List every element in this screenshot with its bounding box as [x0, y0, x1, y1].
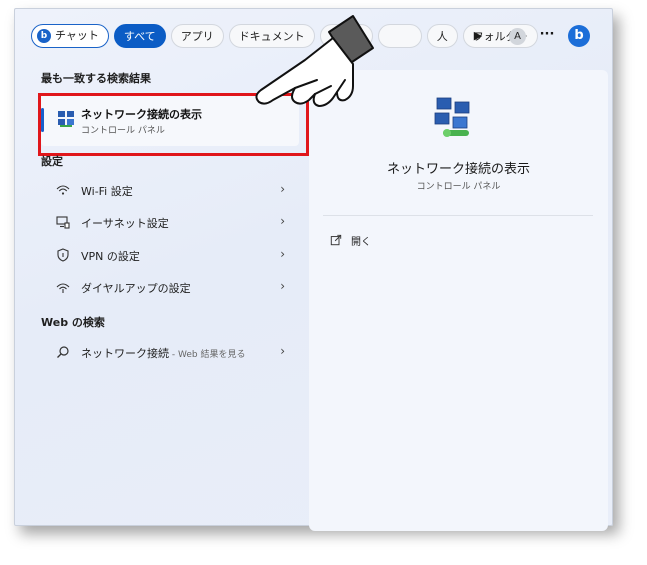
open-action[interactable]: 開く: [329, 230, 371, 250]
preview-pane: ネットワーク接続の表示 コントロール パネル 開く: [309, 70, 608, 531]
avatar[interactable]: A: [509, 28, 526, 45]
settings-item-label: イーサネット設定: [81, 217, 169, 230]
filter-all[interactable]: すべて: [113, 24, 166, 48]
web-search-heading: Web の検索: [41, 316, 105, 329]
open-label: 開く: [351, 236, 371, 248]
divider: [323, 215, 593, 216]
chevron-right-icon: ›: [280, 182, 285, 196]
web-search-item[interactable]: ネットワーク接続 - Web 結果を見る ›: [41, 337, 299, 367]
settings-item-label: Wi-Fi 設定: [81, 185, 133, 198]
settings-item-wifi[interactable]: Wi-Fi 設定 ›: [41, 175, 299, 205]
settings-item-vpn[interactable]: VPN の設定 ›: [41, 240, 299, 270]
chevron-right-icon: ›: [280, 247, 285, 261]
settings-heading: 設定: [41, 155, 63, 168]
dialup-icon: [56, 283, 70, 293]
settings-item-label: ダイヤルアップの設定: [81, 282, 191, 295]
play-more-filters-icon[interactable]: ▶: [470, 22, 486, 50]
settings-item-ethernet[interactable]: イーサネット設定 ›: [41, 207, 299, 237]
filter-people[interactable]: 人: [426, 24, 458, 48]
filter-apps[interactable]: アプリ: [170, 24, 224, 48]
shield-icon: [57, 248, 69, 262]
filter-chat-label: チャット: [55, 29, 99, 42]
chevron-right-icon: ›: [280, 344, 285, 358]
bing-chat-icon: b: [37, 29, 51, 43]
more-options-button[interactable]: ···: [538, 22, 556, 50]
pointing-hand-icon: [255, 15, 374, 107]
open-external-icon: [330, 234, 342, 246]
best-match-heading: 最も一致する検索結果: [41, 72, 151, 85]
settings-item-dialup[interactable]: ダイヤルアップの設定 ›: [41, 272, 299, 302]
settings-item-label: VPN の設定: [81, 250, 140, 263]
search-icon: [57, 346, 69, 358]
bing-icon[interactable]: b: [568, 25, 590, 47]
network-connections-large-icon: [434, 97, 470, 137]
preview-subtitle: コントロール パネル: [416, 182, 501, 192]
wifi-icon: [56, 185, 70, 195]
preview-title: ネットワーク接続の表示: [386, 162, 530, 177]
chevron-right-icon: ›: [280, 214, 285, 228]
ethernet-icon: [56, 216, 70, 229]
chevron-right-icon: ›: [280, 279, 285, 293]
web-search-label: ネットワーク接続 - Web 結果を見る: [81, 347, 246, 360]
filter-chat[interactable]: b チャット: [31, 24, 109, 48]
